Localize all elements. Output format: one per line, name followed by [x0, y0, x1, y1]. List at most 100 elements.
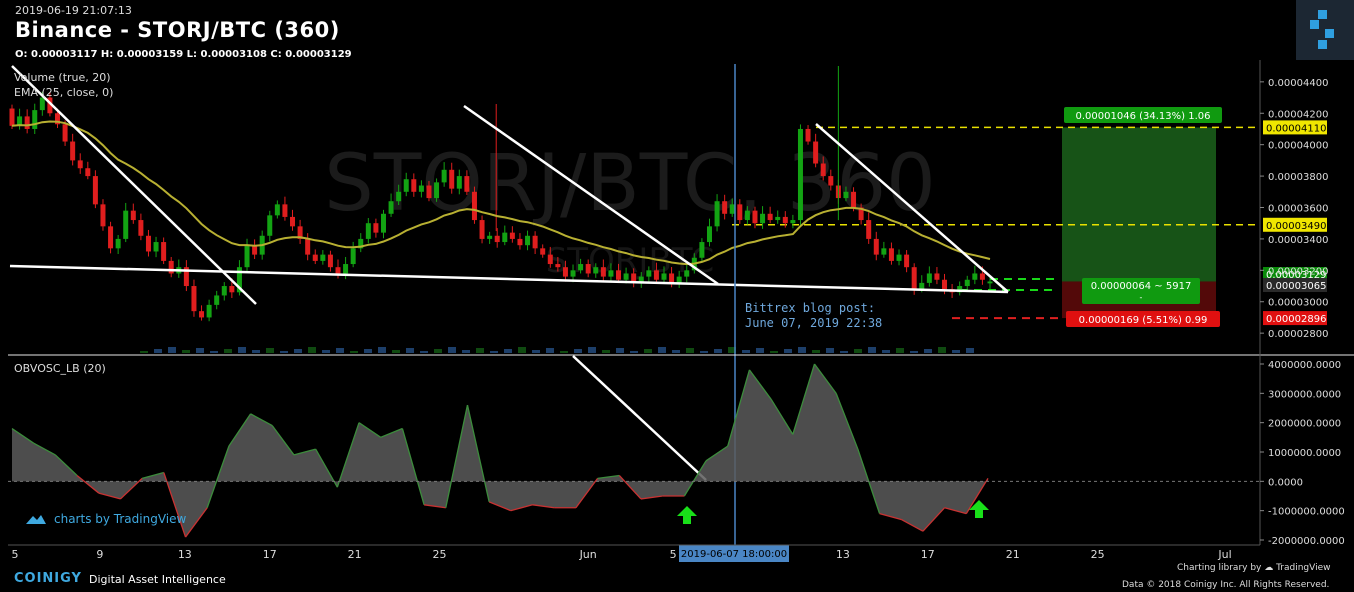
candle-body[interactable]: [987, 281, 993, 284]
candle-body[interactable]: [616, 270, 622, 280]
candle-body[interactable]: [828, 176, 834, 186]
candle-body[interactable]: [942, 279, 948, 290]
candle-body[interactable]: [115, 238, 121, 249]
candle-body[interactable]: [570, 270, 576, 277]
candle-body[interactable]: [85, 168, 91, 177]
candle-body[interactable]: [805, 128, 811, 142]
tradingview-badge[interactable]: charts by TradingView: [24, 512, 186, 526]
candle-body[interactable]: [820, 163, 826, 177]
candle-body[interactable]: [434, 182, 440, 199]
candle-body[interactable]: [547, 254, 553, 265]
candle-body[interactable]: [972, 273, 978, 280]
study-label-ema[interactable]: EMA (25, close, 0): [14, 86, 113, 99]
candle-body[interactable]: [290, 216, 296, 227]
target-zone[interactable]: [1062, 127, 1216, 282]
coinigy-logo-icon[interactable]: [1296, 0, 1354, 60]
candle-body[interactable]: [919, 282, 925, 290]
candle-body[interactable]: [979, 273, 985, 280]
candle-body[interactable]: [161, 242, 167, 261]
candle-body[interactable]: [418, 185, 424, 192]
candle-body[interactable]: [479, 220, 485, 239]
candle-body[interactable]: [267, 215, 273, 236]
candle-body[interactable]: [168, 260, 174, 274]
candle-body[interactable]: [646, 270, 652, 277]
candle-body[interactable]: [32, 110, 38, 129]
candle-body[interactable]: [782, 216, 788, 224]
candle-body[interactable]: [206, 304, 212, 318]
candle-body[interactable]: [426, 185, 432, 199]
candle-body[interactable]: [282, 204, 288, 217]
candle-body[interactable]: [24, 116, 30, 129]
candle-body[interactable]: [540, 248, 546, 255]
candle-body[interactable]: [669, 273, 675, 283]
candle-body[interactable]: [813, 141, 819, 164]
candle-body[interactable]: [39, 97, 45, 111]
candle-body[interactable]: [403, 179, 409, 192]
candle-body[interactable]: [327, 254, 333, 268]
candle-body[interactable]: [494, 235, 500, 243]
candle-body[interactable]: [123, 210, 129, 239]
candle-body[interactable]: [684, 270, 690, 277]
candle-body[interactable]: [653, 270, 659, 280]
candle-body[interactable]: [229, 286, 235, 293]
candle-body[interactable]: [199, 311, 205, 318]
candle-body[interactable]: [714, 201, 720, 227]
candle-body[interactable]: [274, 204, 280, 216]
candle-body[interactable]: [373, 223, 379, 233]
candle-body[interactable]: [130, 210, 136, 221]
candle-body[interactable]: [578, 264, 584, 271]
candle-body[interactable]: [343, 264, 349, 274]
candle-body[interactable]: [881, 248, 887, 255]
candle-body[interactable]: [471, 191, 477, 221]
candle-body[interactable]: [851, 191, 857, 208]
candle-body[interactable]: [797, 128, 803, 221]
candle-body[interactable]: [737, 204, 743, 221]
candle-body[interactable]: [729, 204, 735, 214]
candle-body[interactable]: [744, 210, 750, 221]
study-label-obv[interactable]: OBVOSC_LB (20): [14, 362, 106, 375]
candle-body[interactable]: [562, 267, 568, 277]
candle-body[interactable]: [600, 267, 606, 277]
trend-line[interactable]: [572, 355, 707, 481]
candle-body[interactable]: [388, 201, 394, 214]
candle-body[interactable]: [661, 273, 667, 280]
candle-body[interactable]: [904, 254, 910, 268]
candle-body[interactable]: [365, 223, 371, 239]
candle-body[interactable]: [77, 160, 83, 169]
candle-body[interactable]: [244, 245, 250, 268]
candle-body[interactable]: [699, 242, 705, 258]
candle-body[interactable]: [676, 276, 682, 283]
candle-body[interactable]: [509, 232, 515, 239]
candle-body[interactable]: [517, 238, 523, 246]
candle-body[interactable]: [350, 248, 356, 265]
candle-body[interactable]: [380, 213, 386, 233]
candle-body[interactable]: [145, 235, 151, 252]
candle-body[interactable]: [100, 204, 106, 227]
candle-body[interactable]: [62, 124, 68, 142]
candle-body[interactable]: [305, 238, 311, 255]
candle-body[interactable]: [221, 286, 227, 296]
candle-body[interactable]: [449, 169, 455, 189]
candle-body[interactable]: [92, 176, 98, 205]
candle-body[interactable]: [752, 210, 758, 224]
candle-body[interactable]: [585, 264, 591, 274]
candle-body[interactable]: [593, 267, 599, 274]
candle-body[interactable]: [843, 191, 849, 199]
candle-body[interactable]: [464, 176, 470, 192]
candle-body[interactable]: [396, 191, 402, 202]
candle-body[interactable]: [896, 254, 902, 261]
candle-body[interactable]: [767, 213, 773, 221]
candle-body[interactable]: [441, 169, 447, 183]
candle-body[interactable]: [911, 267, 917, 290]
candle-body[interactable]: [525, 235, 531, 246]
candle-body[interactable]: [411, 179, 417, 192]
study-label-volume[interactable]: Volume (true, 20): [14, 71, 111, 84]
candle-body[interactable]: [964, 279, 970, 287]
candle-body[interactable]: [312, 254, 318, 261]
candle-body[interactable]: [456, 176, 462, 189]
candle-body[interactable]: [934, 273, 940, 280]
candle-body[interactable]: [214, 295, 220, 305]
candle-body[interactable]: [191, 286, 197, 312]
candle-body[interactable]: [138, 220, 144, 236]
candle-body[interactable]: [70, 141, 76, 161]
